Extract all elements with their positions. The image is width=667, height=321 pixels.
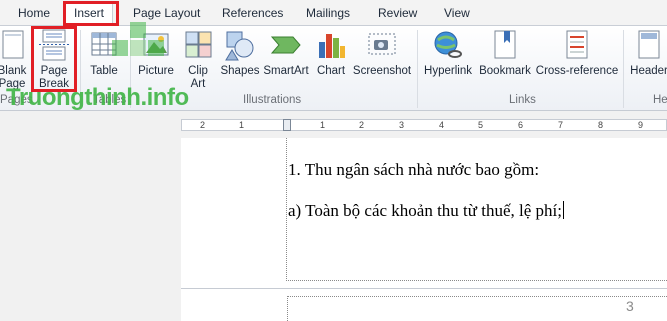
group-label-illustrations: Illustrations (243, 94, 302, 106)
paragraph-1[interactable]: 1. Thu ngân sách nhà nước bao gồm: (288, 160, 539, 180)
cross-reference-icon (560, 28, 594, 62)
ruler-number: 8 (598, 120, 604, 130)
tab-review[interactable]: Review (378, 4, 417, 24)
header-label: Header (630, 65, 667, 77)
blank-page-icon (0, 28, 29, 62)
clip-art-label: Clip (188, 65, 208, 77)
bookmark-button[interactable]: Bookmark (477, 28, 533, 78)
tab-references[interactable]: References (222, 4, 283, 24)
ruler-number: 6 (518, 120, 524, 130)
clip-art-icon (181, 28, 215, 62)
chart-icon (314, 28, 348, 62)
ruler-number: 2 (200, 120, 206, 130)
next-page-margin-boundary (287, 296, 667, 321)
header-icon (632, 28, 666, 62)
chart-button[interactable]: Chart (313, 28, 349, 78)
group-label-links: Links (509, 94, 536, 106)
hyperlink-icon (431, 28, 465, 62)
screenshot-icon (365, 28, 399, 62)
group-separator (417, 30, 418, 108)
clip-art-button[interactable]: Clip Art (180, 28, 216, 91)
bookmark-icon (488, 28, 522, 62)
ruler-number: 2 (359, 120, 365, 130)
shapes-button[interactable]: Shapes (219, 28, 261, 78)
ruler-number: 4 (439, 120, 445, 130)
tab-view[interactable]: View (444, 4, 470, 24)
bookmark-label: Bookmark (479, 65, 531, 77)
ruler-number: 3 (399, 120, 405, 130)
indent-marker[interactable] (283, 119, 291, 131)
tab-page-layout[interactable]: Page Layout (133, 4, 200, 24)
watermark-logo (112, 22, 164, 74)
screenshot-label: Screenshot (352, 65, 412, 77)
paragraph-2[interactable]: a) Toàn bộ các khoản thu từ thuế, lệ phí… (288, 201, 564, 221)
page-break-highlight (31, 26, 77, 92)
ruler-number: 1 (239, 120, 245, 130)
tab-home[interactable]: Home (18, 4, 50, 24)
hyperlink-button[interactable]: Hyperlink (421, 28, 475, 78)
ruler-number: 5 (478, 120, 484, 130)
blank-page-label: Blank (0, 65, 27, 77)
tab-mailings[interactable]: Mailings (306, 4, 350, 24)
page-number: 3 (626, 298, 634, 314)
cross-reference-button[interactable]: Cross-reference (535, 28, 619, 78)
horizontal-ruler[interactable]: 2 1 1 2 3 4 5 6 7 8 9 (181, 119, 667, 131)
smartart-button[interactable]: SmartArt (262, 28, 310, 78)
screenshot-button[interactable]: Screenshot (352, 28, 412, 78)
chart-label: Chart (316, 65, 346, 77)
shapes-icon (223, 28, 257, 62)
group-label-header-footer: He (653, 94, 667, 106)
cross-reference-label: Cross-reference (535, 65, 619, 77)
text-cursor (562, 201, 564, 219)
smartart-icon (269, 28, 303, 62)
blank-page-button[interactable]: Blank Page (0, 28, 32, 91)
ruler-number: 1 (320, 120, 326, 130)
insert-tab-highlight (63, 1, 119, 26)
smartart-label: SmartArt (263, 65, 309, 77)
shapes-label: Shapes (220, 65, 260, 77)
ruler-number: 7 (558, 120, 564, 130)
ruler-number: 9 (638, 120, 644, 130)
watermark-text: Truongthinh.info (6, 84, 189, 111)
hyperlink-label: Hyperlink (424, 65, 472, 77)
paragraph-2-text: a) Toàn bộ các khoản thu từ thuế, lệ phí… (288, 201, 562, 220)
group-separator (623, 30, 624, 108)
header-button[interactable]: Header (627, 28, 667, 78)
